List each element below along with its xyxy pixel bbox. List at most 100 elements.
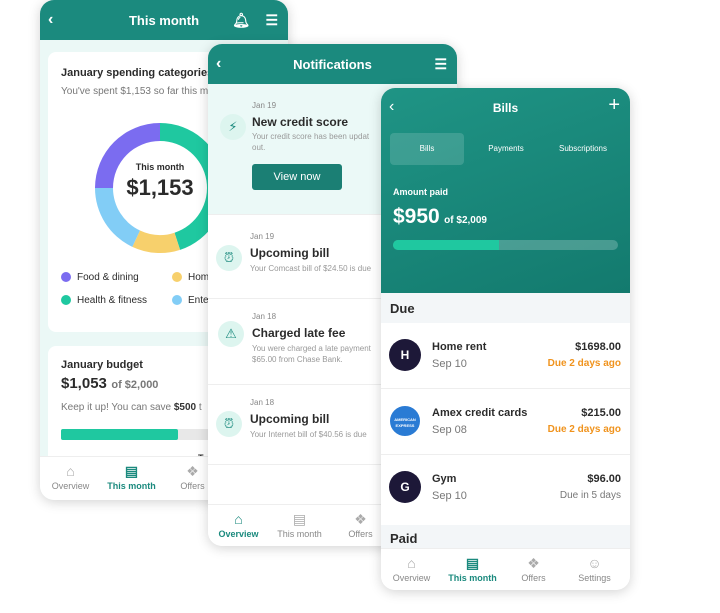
bill-amount: $1698.00 <box>575 341 621 353</box>
section-title: Paid <box>390 531 418 546</box>
tip-amount: $500 <box>173 402 197 413</box>
notification-title: Upcoming bill <box>250 246 330 260</box>
avatar: H <box>389 339 421 371</box>
notification-title: New credit score <box>252 115 349 129</box>
donut-segment <box>132 230 181 253</box>
legend-health: Health & fitness <box>61 295 147 306</box>
amount-paid: $950 <box>393 205 440 228</box>
header: ‹ This month 🔔︎ ☰ <box>40 0 288 40</box>
tab-payments[interactable]: Payments <box>469 133 543 165</box>
nav-label: Overview <box>51 481 90 491</box>
notification-body: Your Internet bill of $40.56 is due <box>250 430 367 439</box>
donut-center-value: $1,153 <box>126 175 194 200</box>
budget-amount-row: $1,053 of $2,000 <box>61 375 158 393</box>
nav-settings[interactable]: ☺ Settings <box>564 549 625 590</box>
calendar-icon: ▤ <box>124 463 139 479</box>
notification-date: Jan 19 <box>250 232 275 241</box>
bills-screen: ‹ Bills + Bills Payments Subscriptions A… <box>381 88 630 590</box>
home-icon: ⌂ <box>66 463 75 479</box>
page-title: This month <box>128 12 200 28</box>
nav-this-month[interactable]: ▤ This month <box>101 457 162 500</box>
notification-body-2: out. <box>252 143 266 152</box>
bill-name: Amex credit cards <box>432 407 528 419</box>
nav-label: This month <box>448 573 497 583</box>
alarm-clock-icon: ⏰︎ <box>216 245 242 271</box>
amex-logo: AMERICAN EXPRESS <box>389 405 421 437</box>
nav-label: This month <box>107 481 156 491</box>
bill-status: Due 2 days ago <box>547 424 621 435</box>
home-icon: ⌂ <box>234 511 243 527</box>
card-subtitle: You've spent $1,153 so far this m <box>61 86 209 97</box>
bill-row[interactable]: H Home rent Sep 10 $1698.00 Due 2 days ago <box>381 323 630 389</box>
lightning-icon: ⚡︎ <box>220 114 246 140</box>
bill-status: Due 2 days ago <box>547 358 621 369</box>
back-icon[interactable]: ‹ <box>216 55 221 73</box>
donut-center-label: This month <box>135 162 185 172</box>
amount-progress <box>393 240 618 250</box>
filter-icon[interactable]: ☰ <box>265 12 278 29</box>
nav-overview[interactable]: ⌂ Overview <box>208 505 269 546</box>
bill-amount: $215.00 <box>581 407 621 419</box>
settings-icon: ☺ <box>587 555 602 571</box>
offers-icon: ❖ <box>527 555 540 571</box>
notification-body: Your Comcast bill of $24.50 is due <box>250 264 372 273</box>
nav-this-month[interactable]: ▤ This month <box>269 505 330 546</box>
budget-progress-fill <box>61 429 178 440</box>
nav-label: Offers <box>348 529 373 539</box>
nav-overview[interactable]: ⌂ Overview <box>381 549 442 590</box>
tab-bills[interactable]: Bills <box>390 133 464 165</box>
budget-amount: $1,053 <box>61 375 107 392</box>
nav-offers[interactable]: ❖ Offers <box>503 549 564 590</box>
legend-dot <box>61 272 71 283</box>
budget-tip: Keep it up! You can save $500 t <box>61 402 202 413</box>
notification-date: Jan 18 <box>252 312 277 321</box>
budget-total: of $2,000 <box>111 379 159 391</box>
add-icon[interactable]: + <box>608 94 620 117</box>
bill-date: Sep 08 <box>432 424 467 436</box>
calendar-icon: ▤ <box>465 555 480 571</box>
legend-label: Health & fitness <box>77 295 148 306</box>
bill-amount: $96.00 <box>587 473 621 485</box>
amount-progress-fill <box>393 240 499 250</box>
due-section-header: Due <box>381 293 630 323</box>
nav-label: Overview <box>218 529 259 539</box>
card-title: January spending categories <box>61 67 214 79</box>
bill-name: Home rent <box>432 341 487 353</box>
bell-icon[interactable]: 🔔︎ <box>232 12 250 29</box>
tab-subscriptions[interactable]: Subscriptions <box>545 133 621 165</box>
logo-text: AMERICAN EXPRESS <box>394 417 416 428</box>
notification-body-2: $65.00 from Chase Bank. <box>252 355 343 364</box>
amount-row: $950 of $2,009 <box>393 205 487 229</box>
home-icon: ⌂ <box>407 555 416 571</box>
back-icon[interactable]: ‹ <box>48 11 53 29</box>
view-now-button[interactable]: View now <box>252 164 342 190</box>
nav-this-month[interactable]: ▤ This month <box>442 549 503 590</box>
bill-status: Due in 5 days <box>559 490 621 501</box>
notification-body: Your credit score has been updat <box>252 132 370 141</box>
legend-home: Hom <box>172 272 209 283</box>
legend-label: Food & dining <box>77 272 139 283</box>
page-title: Bills <box>492 101 519 115</box>
warning-icon: ⚠︎ <box>218 321 244 347</box>
bill-date: Sep 10 <box>432 358 467 370</box>
avatar: G <box>389 471 421 503</box>
legend-dot <box>172 272 182 283</box>
bill-row[interactable]: G Gym Sep 10 $96.00 Due in 5 days <box>381 455 630 521</box>
legend-food: Food & dining <box>61 272 139 283</box>
bill-row[interactable]: AMERICAN EXPRESS Amex credit cards Sep 08 $… <box>381 389 630 455</box>
calendar-icon: ▤ <box>292 511 307 527</box>
legend-label: Hom <box>188 272 210 283</box>
legend-dot <box>61 295 71 306</box>
notification-title: Charged late fee <box>252 326 346 340</box>
nav-label: Settings <box>578 573 611 583</box>
alarm-clock-icon: ⏰︎ <box>216 411 242 437</box>
legend-entertainment: Ente <box>172 295 209 306</box>
amount-paid-label: Amount paid <box>393 187 448 197</box>
section-title: Due <box>390 301 415 316</box>
nav-overview[interactable]: ⌂ Overview <box>40 457 101 500</box>
header: ‹ Notifications ☰ <box>208 44 457 84</box>
bill-date: Sep 10 <box>432 490 467 502</box>
bottom-nav: ⌂ Overview ▤ This month ❖ Offers ☺ Settings <box>381 548 630 590</box>
filter-icon[interactable]: ☰ <box>434 56 447 73</box>
tip-text: Keep it up! You can save <box>61 402 174 413</box>
